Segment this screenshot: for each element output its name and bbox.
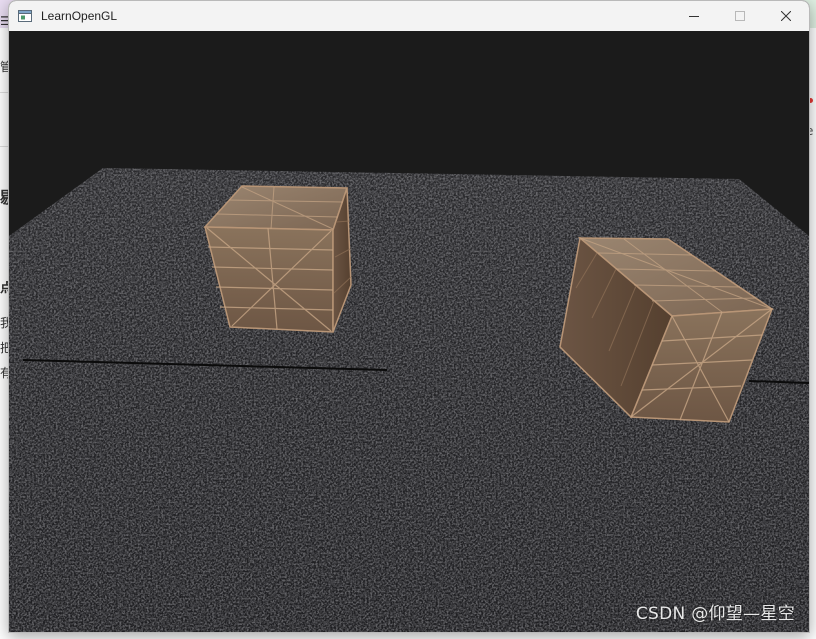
- maximize-icon: [735, 11, 745, 21]
- learnopengl-window: LearnOpenGL CSDN @仰望—星空: [8, 0, 810, 633]
- close-icon: [781, 11, 791, 21]
- window-title: LearnOpenGL: [41, 9, 118, 23]
- title-bar[interactable]: LearnOpenGL: [9, 1, 809, 31]
- background-divider: [0, 92, 8, 93]
- background-divider: [0, 146, 8, 147]
- csdn-watermark: CSDN @仰望—星空: [635, 604, 795, 624]
- close-button[interactable]: [763, 1, 809, 31]
- scene-render: [9, 168, 809, 632]
- maximize-button[interactable]: [717, 1, 763, 31]
- wooden-crate-left: [203, 185, 352, 333]
- app-window-icon: [18, 10, 32, 22]
- window-controls: [671, 1, 809, 31]
- opengl-viewport[interactable]: CSDN @仰望—星空: [9, 31, 809, 632]
- minimize-button[interactable]: [671, 1, 717, 31]
- minimize-icon: [689, 16, 699, 17]
